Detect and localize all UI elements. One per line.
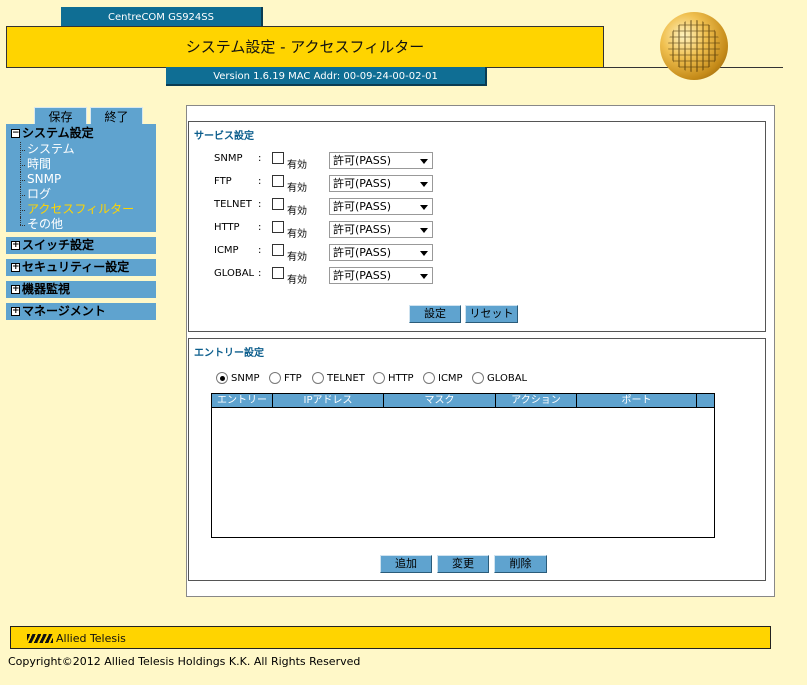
radio-telnet[interactable]: [312, 372, 324, 384]
enable-label: 有効: [287, 275, 307, 286]
column-header-action: アクション: [496, 394, 577, 408]
chevron-down-icon: [420, 205, 428, 210]
ftp-enable-checkbox[interactable]: [272, 175, 284, 187]
expand-icon: +: [11, 262, 20, 272]
brand-name: Allied Telesis: [56, 632, 126, 645]
service-label-snmp: SNMP: [214, 153, 243, 164]
chevron-down-icon: [420, 274, 428, 279]
column-header-entry: エントリー: [212, 394, 273, 408]
page-title: システム設定 - アクセスフィルター: [6, 26, 604, 68]
telnet-action-select[interactable]: 許可(PASS): [329, 198, 433, 215]
radio-snmp[interactable]: [216, 372, 228, 384]
colon: :: [258, 245, 262, 256]
sidebar-category-label: 機器監視: [22, 282, 71, 296]
sidebar-category-label: マネージメント: [22, 304, 106, 318]
colon: :: [258, 199, 262, 210]
colon: :: [258, 268, 262, 279]
select-value: 許可(PASS): [333, 154, 392, 167]
select-value: 許可(PASS): [333, 223, 392, 236]
version-info: Version 1.6.19 MAC Addr: 00-09-24-00-02-…: [166, 67, 487, 86]
radio-label-global: GLOBAL: [487, 373, 528, 384]
enable-label: 有効: [287, 229, 307, 240]
entry-table-header: エントリー IPアドレス マスク アクション ポート: [212, 394, 714, 408]
sidebar-category-label: セキュリティー設定: [22, 260, 130, 274]
http-action-select[interactable]: 許可(PASS): [329, 221, 433, 238]
sidebar-item-time[interactable]: 時間: [6, 157, 156, 172]
expand-icon: +: [11, 306, 20, 316]
chevron-down-icon: [420, 228, 428, 233]
select-value: 許可(PASS): [333, 177, 392, 190]
radio-http[interactable]: [373, 372, 385, 384]
expand-icon: +: [11, 240, 20, 250]
colon: :: [258, 222, 262, 233]
service-label-http: HTTP: [214, 222, 240, 233]
sidebar-system-header[interactable]: − システム設定: [6, 124, 156, 142]
entry-settings-title: エントリー設定: [194, 348, 264, 359]
service-label-icmp: ICMP: [214, 245, 239, 256]
column-header-port: ポート: [577, 394, 697, 408]
chevron-down-icon: [420, 159, 428, 164]
telnet-enable-checkbox[interactable]: [272, 198, 284, 210]
icmp-enable-checkbox[interactable]: [272, 244, 284, 256]
ftp-action-select[interactable]: 許可(PASS): [329, 175, 433, 192]
global-action-select[interactable]: 許可(PASS): [329, 267, 433, 284]
allied-telesis-logo-icon: [27, 634, 53, 643]
service-settings-title: サービス設定: [194, 131, 254, 142]
sidebar-category-monitoring[interactable]: + 機器監視: [6, 281, 156, 298]
enable-label: 有効: [287, 183, 307, 194]
sidebar-item-log[interactable]: ログ: [6, 187, 156, 202]
sidebar-system-section: − システム設定 システム 時間 SNMP ログ アクセスフィルター その他: [6, 124, 156, 232]
model-tab: CentreCOM GS924SS: [61, 7, 263, 27]
radio-icmp[interactable]: [423, 372, 435, 384]
sidebar-category-management[interactable]: + マネージメント: [6, 303, 156, 320]
select-value: 許可(PASS): [333, 269, 392, 282]
snmp-action-select[interactable]: 許可(PASS): [329, 152, 433, 169]
reset-button[interactable]: リセット: [465, 305, 518, 323]
entry-table[interactable]: エントリー IPアドレス マスク アクション ポート: [211, 393, 715, 538]
sidebar-section-label: システム設定: [22, 126, 94, 140]
sidebar-category-security[interactable]: + セキュリティー設定: [6, 259, 156, 276]
select-value: 許可(PASS): [333, 200, 392, 213]
chevron-down-icon: [420, 182, 428, 187]
radio-label-http: HTTP: [388, 373, 414, 384]
radio-global[interactable]: [472, 372, 484, 384]
sidebar-category-switch[interactable]: + スイッチ設定: [6, 237, 156, 254]
delete-button[interactable]: 削除: [494, 555, 547, 573]
service-label-telnet: TELNET: [214, 199, 252, 210]
enable-label: 有効: [287, 160, 307, 171]
radio-label-snmp: SNMP: [231, 373, 260, 384]
add-button[interactable]: 追加: [380, 555, 432, 573]
brand-logo: Allied Telesis: [27, 632, 126, 645]
apply-button[interactable]: 設定: [409, 305, 461, 323]
column-header-mask: マスク: [384, 394, 496, 408]
http-enable-checkbox[interactable]: [272, 221, 284, 233]
copyright: Copyright©2012 Allied Telesis Holdings K…: [8, 655, 361, 668]
radio-label-telnet: TELNET: [327, 373, 365, 384]
radio-label-icmp: ICMP: [438, 373, 463, 384]
radio-ftp[interactable]: [269, 372, 281, 384]
colon: :: [258, 176, 262, 187]
sidebar-category-label: スイッチ設定: [22, 238, 95, 252]
service-label-ftp: FTP: [214, 176, 232, 187]
radio-label-ftp: FTP: [284, 373, 302, 384]
collapse-icon[interactable]: −: [11, 128, 20, 138]
change-button[interactable]: 変更: [437, 555, 489, 573]
enable-label: 有効: [287, 252, 307, 263]
sidebar-item-snmp[interactable]: SNMP: [6, 172, 156, 187]
colon: :: [258, 153, 262, 164]
sidebar-item-other[interactable]: その他: [6, 217, 156, 232]
service-label-global: GLOBAL: [214, 268, 255, 279]
snmp-enable-checkbox[interactable]: [272, 152, 284, 164]
expand-icon: +: [11, 284, 20, 294]
icmp-action-select[interactable]: 許可(PASS): [329, 244, 433, 261]
column-header-ip: IPアドレス: [273, 394, 384, 408]
select-value: 許可(PASS): [333, 246, 392, 259]
enable-label: 有効: [287, 206, 307, 217]
sidebar-item-system[interactable]: システム: [6, 142, 156, 157]
globe-logo-icon: [660, 12, 728, 80]
sidebar-item-access-filter[interactable]: アクセスフィルター: [6, 202, 156, 217]
global-enable-checkbox[interactable]: [272, 267, 284, 279]
chevron-down-icon: [420, 251, 428, 256]
